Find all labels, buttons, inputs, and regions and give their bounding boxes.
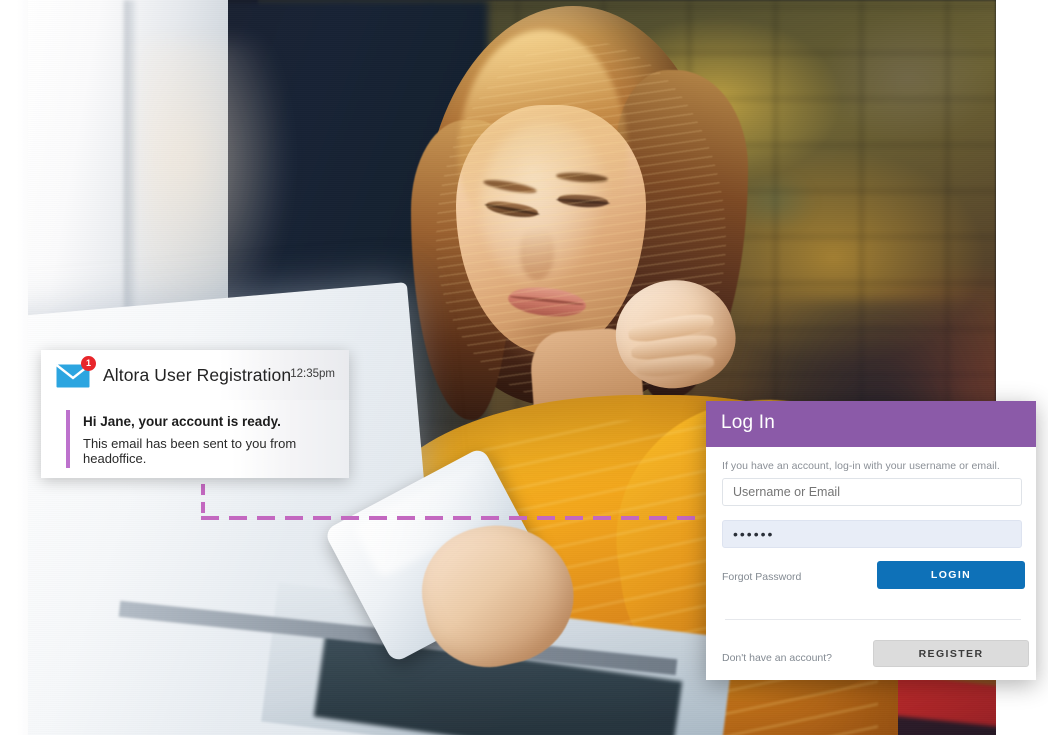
notification-header: 1 Altora User Registration 12:35pm — [41, 350, 349, 400]
login-panel: Log In If you have an account, log-in wi… — [706, 401, 1036, 680]
envelope-icon: 1 — [55, 356, 96, 388]
login-button[interactable]: LOGIN — [877, 561, 1025, 589]
notification-title: Altora User Registration — [103, 364, 292, 385]
panel-divider — [725, 619, 1021, 620]
notification-accent-bar — [66, 410, 70, 468]
password-input[interactable]: •••••• — [722, 520, 1022, 548]
notification-message: This email has been sent to you from hea… — [83, 436, 297, 466]
unread-badge: 1 — [81, 356, 96, 371]
login-instructions: If you have an account, log-in with your… — [722, 460, 1000, 472]
login-panel-title: Log In — [721, 412, 776, 433]
notification-timestamp: 12:35pm — [290, 368, 335, 380]
dashed-guide-vertical — [201, 484, 205, 520]
forgot-password-link[interactable]: Forgot Password — [722, 571, 801, 583]
email-notification-card[interactable]: 1 Altora User Registration 12:35pm Hi Ja… — [41, 350, 349, 478]
dashed-guide-horizontal — [201, 516, 701, 520]
login-panel-header: Log In — [706, 401, 1036, 447]
register-button[interactable]: REGISTER — [873, 640, 1029, 667]
screenshot-stage: 1 Altora User Registration 12:35pm Hi Ja… — [0, 0, 1048, 735]
username-input[interactable] — [722, 478, 1022, 506]
page-left-margin — [0, 0, 28, 735]
notification-headline: Hi Jane, your account is ready. — [83, 414, 281, 429]
no-account-label: Don't have an account? — [722, 652, 832, 664]
